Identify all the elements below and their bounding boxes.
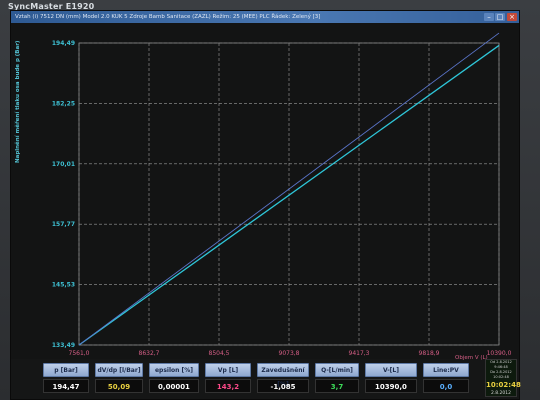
x-tick-label: 10390,0 <box>487 350 512 357</box>
maximize-button[interactable]: □ <box>495 13 505 21</box>
readout-label[interactable]: Vp [L] <box>205 363 251 377</box>
readout-label[interactable]: V-[L] <box>365 363 417 377</box>
clock-date: 2.8.2012 <box>490 391 512 396</box>
readout-cell[interactable]: Q-[L/min] 3,7 <box>315 363 359 395</box>
clock-panel: Od 2.8.2012 9:46:48 Do 2.8.2012 10:02:48… <box>485 359 521 397</box>
app-window: Vztah (i) 7512 DN (mm) Model 2.0 KUK 5 Z… <box>10 10 521 400</box>
y-tick-label: 145,53 <box>52 282 75 289</box>
range-to: Do 2.8.2012 10:02:48 <box>490 370 512 379</box>
x-tick-label: 9417,3 <box>349 350 370 357</box>
readout-value: 0,00001 <box>149 379 199 393</box>
readout-label[interactable]: Zavedušnění [%] <box>257 363 309 388</box>
y-tick-label: 182,25 <box>52 100 75 107</box>
readout-value: 143,2 <box>205 379 251 393</box>
window-title: Vztah (i) 7512 DN (mm) Model 2.0 KUK 5 Z… <box>15 14 321 20</box>
y-tick-label: 157,77 <box>52 221 75 228</box>
readout-label[interactable]: Q-[L/min] <box>315 363 359 377</box>
readout-value: 0,0 <box>423 379 469 393</box>
y-tick-label: 133,49 <box>52 342 75 349</box>
readout-cell[interactable]: V-[L] 10390,0 <box>365 363 417 395</box>
readout-value: 3,7 <box>315 379 359 393</box>
readout-cell[interactable]: epsilon [%] 0,00001 <box>149 363 199 395</box>
range-from: Od 2.8.2012 9:46:48 <box>490 360 512 369</box>
readout-label[interactable]: Line:PV <box>423 363 469 377</box>
readout-value: 50,09 <box>95 379 143 393</box>
readout-cell[interactable]: Zavedušnění [%]-1,085 <box>257 363 309 395</box>
readout-value: -1,085 <box>257 379 309 393</box>
readout-cell[interactable]: p [Bar] 194,47 <box>43 363 89 395</box>
clock-time: 10:02:48 <box>486 381 521 389</box>
readout-panel: p [Bar] 194,47 dV/dp [l/Bar] 50,09 epsilon [… <box>43 361 513 397</box>
readout-label[interactable]: p [Bar] <box>43 363 89 377</box>
readout-cell[interactable]: dV/dp [l/Bar] 50,09 <box>95 363 143 395</box>
readout-value: 10390,0 <box>365 379 417 393</box>
pressure-volume-chart: 7561,0 8632,7 8504,5 9073,8 9417,3 9818,9 1039… <box>11 23 519 359</box>
close-button[interactable]: × <box>507 13 517 21</box>
x-tick-label: 9818,9 <box>419 350 440 357</box>
monitor-bezel: SyncMaster E1920 Vztah (i) 7512 DN (mm) … <box>0 0 540 400</box>
readout-label[interactable]: dV/dp [l/Bar] <box>95 363 143 377</box>
plot-area: 7561,0 8632,7 8504,5 9073,8 9417,3 9818,9 1039… <box>11 23 519 361</box>
readout-label[interactable]: epsilon [%] <box>149 363 199 377</box>
minimize-button[interactable]: – <box>484 13 494 21</box>
x-tick-label: 8632,7 <box>139 350 160 357</box>
y-tick-label: 194,49 <box>52 40 75 47</box>
x-tick-label: 9073,8 <box>279 350 300 357</box>
readout-cell[interactable]: Line:PV 0,0 <box>423 363 469 395</box>
x-tick-label: 7561,0 <box>69 350 90 357</box>
y-axis-label: Naplnění měření tlaku osa bude p (Bar) <box>15 40 21 163</box>
plot-background <box>11 23 519 359</box>
x-tick-label: 8504,5 <box>209 350 230 357</box>
readout-cell[interactable]: Vp [L] 143,2 <box>205 363 251 395</box>
readout-value: 194,47 <box>43 379 89 393</box>
y-tick-label: 170,01 <box>52 161 75 168</box>
window-titlebar: Vztah (i) 7512 DN (mm) Model 2.0 KUK 5 Z… <box>11 11 519 23</box>
